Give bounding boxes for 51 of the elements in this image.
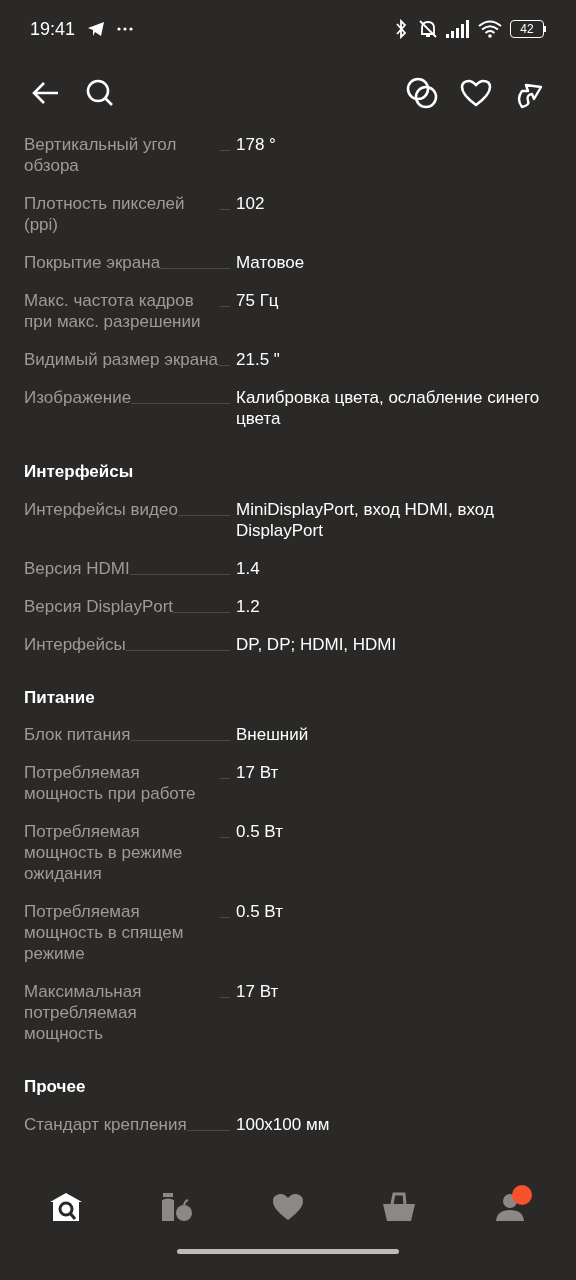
spec-value: 0.5 Вт	[235, 821, 284, 842]
spec-value: 102	[235, 193, 266, 214]
wifi-icon	[478, 20, 502, 38]
spec-value: 0.5 Вт	[235, 901, 284, 922]
spec-value: Калибровка цвета, ослабление синего цвета	[235, 387, 541, 429]
spec-label: Стандарт крепления	[24, 1113, 187, 1135]
spec-label: Интерфейсы	[24, 633, 126, 655]
spec-value: Внешний	[235, 724, 310, 745]
spec-label: Максимальная потребляемая мощность	[24, 981, 143, 1044]
spec-label: Версия HDMI	[24, 557, 130, 579]
clock: 19:41	[30, 17, 76, 41]
spec-value: 1.2	[235, 595, 261, 617]
spec-label: Потребляемая мощность в спящем режиме	[24, 901, 185, 964]
compare-icon[interactable]	[406, 77, 438, 109]
user-icon	[495, 1192, 526, 1222]
signal-icon	[446, 20, 470, 38]
spec-label: Интерфейсы видео	[24, 498, 178, 520]
spec-label: Блок питания	[24, 724, 131, 745]
section-heading: Прочее	[24, 1076, 87, 1098]
section-heading: Питание	[24, 686, 96, 709]
spec-label: Вертикальный угол обзора	[24, 134, 178, 176]
spec-value: 75 Гц	[235, 290, 280, 311]
spec-value: Матовое	[235, 252, 306, 273]
paper-plane-icon	[87, 21, 106, 37]
bell-muted-icon	[418, 19, 438, 39]
spec-value: 178 °	[235, 134, 277, 155]
spec-value: 21.5 "	[235, 349, 281, 370]
back-arrow-icon[interactable]	[32, 81, 60, 105]
spec-label: Изображение	[24, 387, 132, 408]
spec-value: 100x100 мм	[235, 1113, 331, 1135]
heart-icon[interactable]	[460, 79, 492, 107]
spec-value: 17 Вт	[235, 981, 280, 1002]
spec-label: Покрытие экрана	[24, 252, 161, 273]
heart-icon	[271, 1193, 304, 1221]
more-icon	[117, 27, 134, 31]
spec-label: Макс. частота кадров при макс. разрешении	[24, 290, 202, 332]
spec-value: DP, DP; HDMI, HDMI	[235, 633, 398, 655]
basket-icon	[382, 1192, 417, 1222]
spec-label: Потребляемая мощность при работе	[24, 762, 197, 804]
search-icon[interactable]	[86, 79, 114, 107]
section-heading: Интерфейсы	[24, 461, 135, 483]
home-search-icon	[48, 1192, 83, 1222]
spec-label: Потребляемая мощность в режиме ожидания	[24, 821, 184, 884]
spec-value: 1.4	[235, 557, 261, 579]
spec-value: MiniDisplayPort, вход HDMI, вход DisplayPort	[235, 498, 495, 541]
spec-label: Версия DisplayPort	[24, 595, 174, 617]
spec-value: 17 Вт	[235, 762, 280, 783]
spec-label: Видимый размер экрана	[24, 349, 219, 370]
bottle-apple-icon	[159, 1192, 194, 1222]
battery-icon: 42	[510, 20, 546, 38]
spec-label: Плотность пикселей (ppi)	[24, 193, 186, 235]
